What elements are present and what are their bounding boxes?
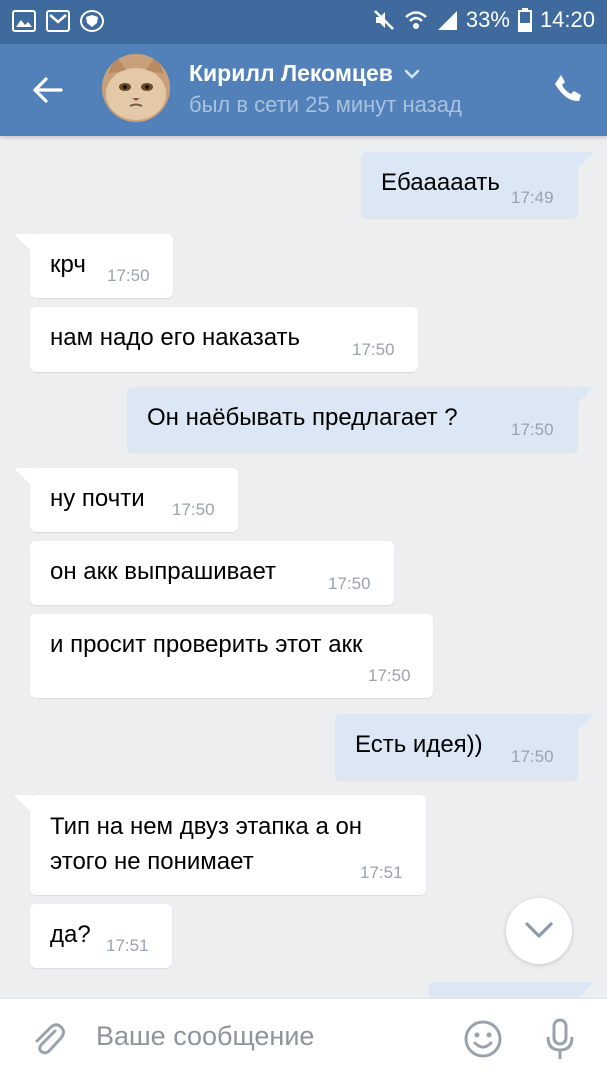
status-bar: 33% 14:20	[0, 0, 607, 44]
bubble-tail	[576, 152, 594, 170]
message-bubble-outgoing[interactable]: Он наёбывать предлагает ? 17:50	[127, 387, 594, 452]
message-time: 17:50	[352, 340, 395, 359]
message-bubble-incoming[interactable]: он акк выпрашивает 17:50	[30, 541, 394, 605]
message-time: 17:50	[107, 266, 150, 285]
message-time: 17:50	[511, 420, 554, 439]
battery-percent: 33%	[465, 7, 510, 32]
wifi-icon	[405, 11, 427, 29]
chevron-down-icon	[525, 922, 553, 938]
mute-icon	[374, 10, 394, 30]
message-time: 17:50	[172, 500, 215, 519]
contact-name: Кирилл Лекомцев	[189, 60, 393, 86]
bubble-tail	[14, 795, 32, 813]
last-seen-status: был в сети 25 минут назад	[189, 92, 462, 117]
signal-icon	[437, 11, 457, 30]
message-text: нам надо его наказать	[50, 324, 301, 351]
message-text: Он наёбывать предлагает ?	[147, 404, 458, 431]
message-time: 17:49	[511, 188, 554, 207]
message-text: Есть идея))	[355, 731, 483, 758]
message-time: 17:51	[360, 863, 403, 882]
chevron-down-icon	[404, 69, 420, 79]
bubble-tail	[576, 387, 594, 405]
message-bubble-incoming[interactable]: ну почти 17:50	[14, 468, 238, 532]
message-text: крч	[50, 251, 86, 278]
message-time: 17:50	[511, 747, 554, 766]
chat-header: Кирилл Лекомцев был в сети 25 минут наза…	[0, 44, 607, 136]
message-text: да?	[50, 921, 91, 948]
system-icons: 33% 14:20	[372, 7, 595, 33]
back-arrow-icon[interactable]	[30, 72, 66, 108]
clock: 14:20	[539, 7, 595, 32]
message-bubble-incoming[interactable]: Тип на нем двуз этапка а он этого не пон…	[14, 795, 426, 895]
bubble-tail	[576, 982, 594, 998]
bubble-tail	[14, 468, 32, 486]
message-time: 17:50	[368, 666, 411, 685]
contact-avatar[interactable]	[102, 54, 170, 122]
emoji-icon[interactable]	[463, 1019, 503, 1059]
message-composer: Ваше сообщение	[0, 998, 607, 1080]
message-text: ну почти	[50, 485, 145, 512]
scroll-to-bottom-button[interactable]	[506, 898, 572, 964]
message-bubble-incoming[interactable]: и просит проверить этот акк 17:50	[30, 614, 433, 698]
message-bubble-outgoing[interactable]: Ебааааать 17:49	[361, 152, 594, 218]
message-bubble-outgoing-partial[interactable]	[429, 982, 594, 998]
message-time: 17:50	[328, 574, 371, 593]
shield-app-icon	[80, 10, 104, 32]
phone-icon[interactable]	[552, 72, 584, 104]
message-text: он акк выпрашивает	[50, 558, 277, 585]
message-time: 17:51	[106, 936, 149, 955]
message-bubble-incoming[interactable]: крч 17:50	[14, 234, 173, 298]
message-bubble-outgoing[interactable]: Есть идея)) 17:50	[335, 714, 594, 780]
notification-icons	[12, 10, 104, 32]
gmail-icon	[46, 10, 70, 32]
gallery-icon	[12, 10, 36, 32]
message-bubble-incoming[interactable]: нам надо его наказать 17:50	[30, 307, 418, 372]
microphone-icon[interactable]	[544, 1017, 576, 1061]
battery-icon	[517, 8, 532, 32]
message-list[interactable]: Ебааааать 17:49 крч 17:50 нам надо его н…	[0, 136, 607, 998]
bubble-tail	[576, 714, 594, 732]
message-text: Ебааааать	[381, 169, 500, 196]
bubble-tail	[14, 234, 32, 252]
paperclip-icon[interactable]	[28, 1019, 68, 1059]
message-text: и просит проверить этот акк	[50, 631, 363, 658]
message-bubble-incoming[interactable]: да? 17:51	[30, 904, 172, 968]
message-input[interactable]: Ваше сообщение	[96, 1021, 314, 1052]
contact-name-button[interactable]: Кирилл Лекомцев	[189, 60, 421, 87]
message-text: Тип на нем двуз этапка а он этого не пон…	[50, 813, 363, 875]
